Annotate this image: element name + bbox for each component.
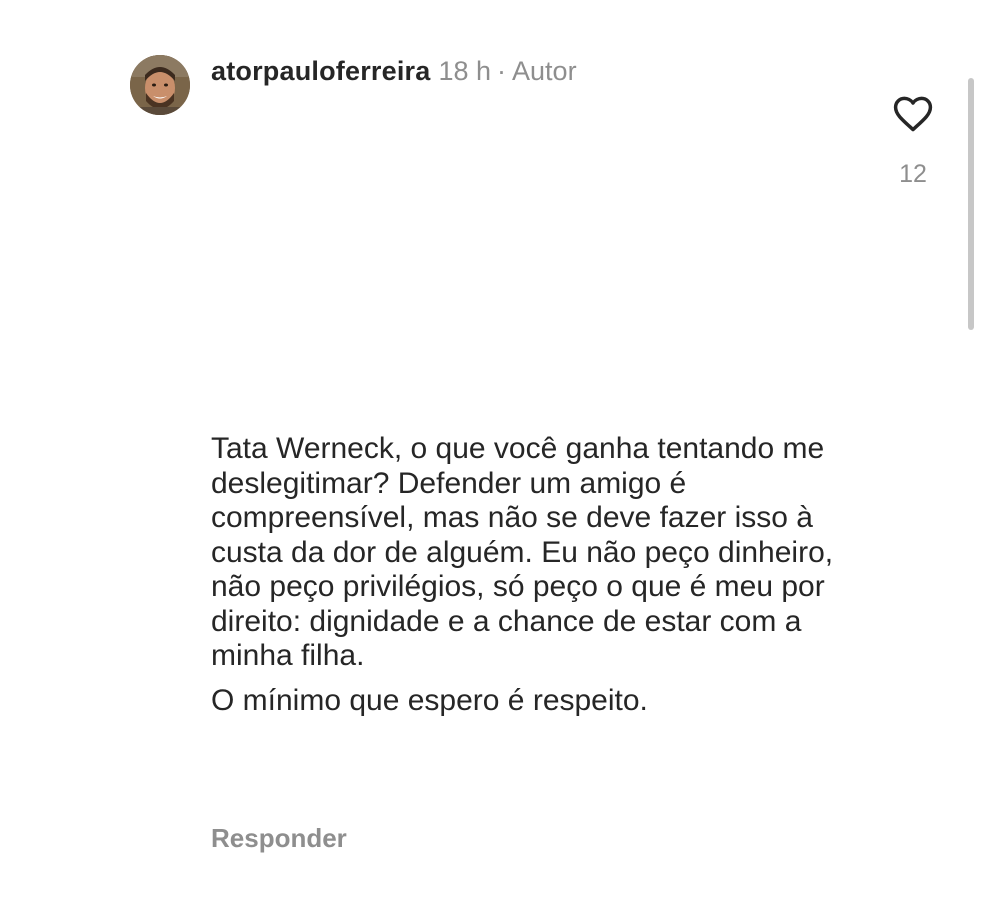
comment-screen: atorpauloferreira 18 h · Autor 12 Tata Wer… [0,0,984,901]
comment-time: 18 h [438,56,492,86]
author-badge: Autor [512,56,577,86]
reply-button[interactable]: Responder [211,823,347,854]
comment-paragraph: Tata Werneck, o que você ganha tentando … [211,432,834,672]
like-button[interactable] [890,92,936,136]
avatar-photo [130,55,190,115]
comment-body: Tata Werneck, o que você ganha tentando … [211,432,851,718]
scrollbar[interactable] [968,78,974,330]
meta-separator: · [497,56,507,86]
username-link[interactable]: atorpauloferreira [211,56,430,87]
heart-outline-icon [893,96,933,132]
avatar[interactable] [130,55,190,115]
comment-meta: 18 h · Autor [438,56,576,87]
like-count: 12 [899,160,927,188]
comment-paragraph: O mínimo que espero é respeito. [211,683,648,717]
comment-header: atorpauloferreira 18 h · Autor [211,56,577,90]
